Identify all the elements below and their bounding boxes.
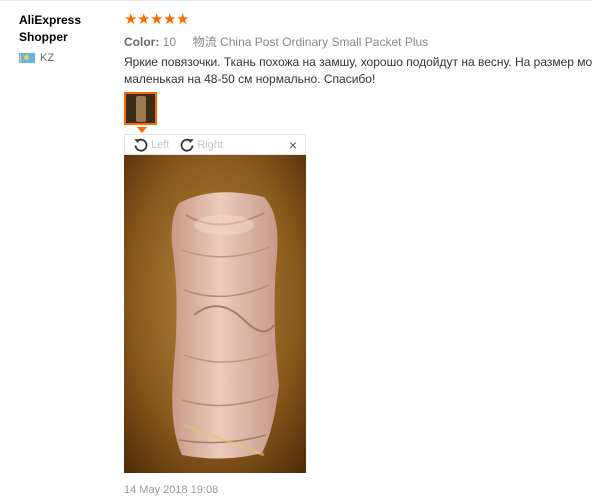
- star-icon: ★: [176, 11, 190, 28]
- rotate-left-button[interactable]: Left: [133, 137, 169, 153]
- star-icon: ★: [124, 11, 138, 28]
- review-text: Яркие повязочки. Ткань похожа на замшу, …: [124, 54, 592, 88]
- review-photo: [124, 155, 306, 473]
- logistics-label: 物流: [192, 35, 217, 49]
- star-icon: ★: [150, 11, 164, 28]
- reviewer-country: KZ: [19, 52, 54, 64]
- review-text-line: маленькая на 48-50 см нормально. Спасибо…: [124, 72, 376, 86]
- review-date: 14 May 2018 19:08: [124, 484, 219, 496]
- rotate-right-icon: [180, 138, 195, 152]
- rotate-right-button[interactable]: Right: [179, 137, 223, 153]
- rotate-left-icon: [134, 138, 148, 152]
- flag-kz-icon: [19, 53, 35, 63]
- reviewer-name: AliExpress Shopper: [19, 13, 82, 44]
- rating-stars: ★ ★ ★ ★ ★: [124, 12, 189, 28]
- top-divider: [0, 0, 592, 1]
- color-label: Color:: [124, 35, 160, 49]
- review-text-line: Яркие повязочки. Ткань похожа на замшу, …: [124, 55, 592, 69]
- color-value: 10: [162, 35, 177, 49]
- country-code: KZ: [40, 52, 55, 64]
- thumbnail-pointer: [137, 127, 147, 133]
- order-info: Color: 10 物流 China Post Ordinary Small P…: [124, 33, 428, 50]
- logistics-value: China Post Ordinary Small Packet Plus: [220, 35, 429, 49]
- star-icon: ★: [137, 11, 151, 28]
- photo-thumbnail[interactable]: [124, 92, 157, 125]
- image-viewer-toolbar: Left Right ×: [124, 134, 306, 155]
- star-icon: ★: [163, 11, 177, 28]
- rotate-right-label: Right: [197, 138, 224, 151]
- rotate-left-label: Left: [151, 138, 170, 151]
- close-icon[interactable]: ×: [289, 138, 297, 152]
